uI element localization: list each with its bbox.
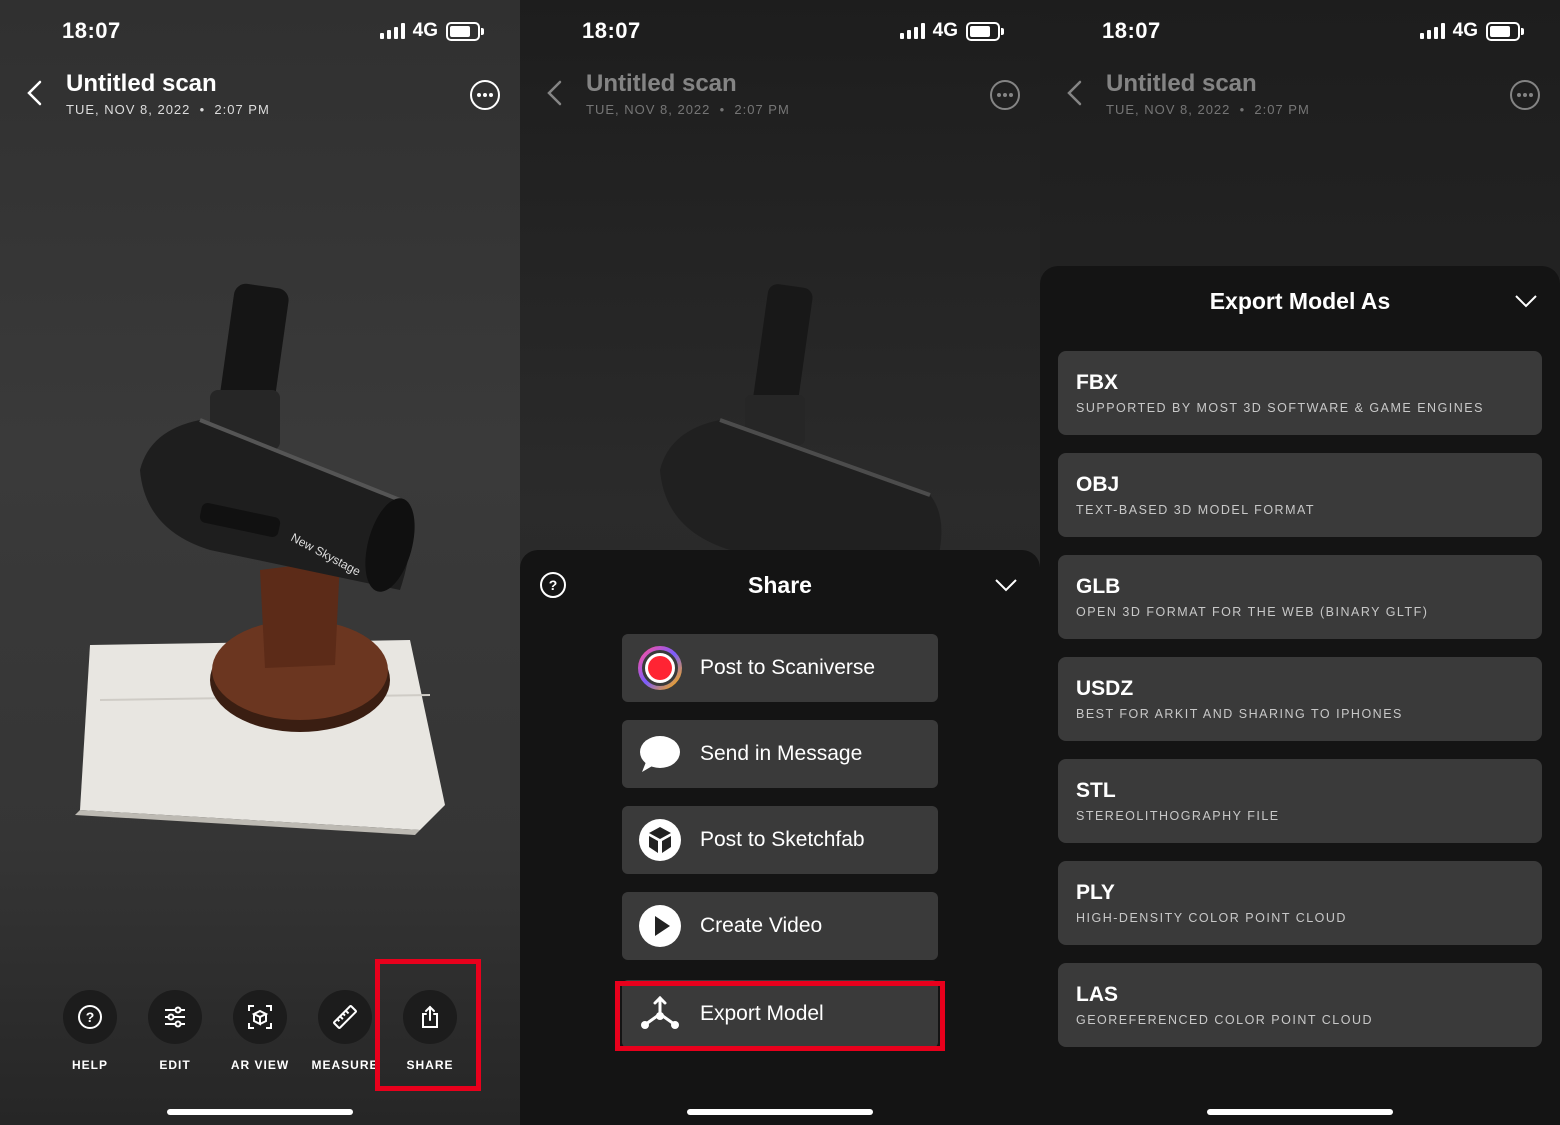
format-name: STL: [1076, 779, 1116, 802]
sketchfab-cube-icon: [639, 819, 681, 861]
more-options-icon: [1510, 80, 1540, 110]
scan-date: TUE, NOV 8, 2022 • 2:07 PM: [586, 102, 790, 117]
svg-text:?: ?: [86, 1009, 95, 1025]
share-screen: 18:07 4G Untitled scan TUE, NOV 8, 2022 …: [520, 0, 1040, 1125]
export-las-button[interactable]: LAS GEOREFERENCED COLOR POINT CLOUD: [1058, 963, 1542, 1047]
format-desc: TEXT-BASED 3D MODEL FORMAT: [1076, 503, 1316, 517]
more-options-icon[interactable]: [470, 80, 500, 110]
export-model-highlight-box: [615, 981, 945, 1051]
scan-title: Untitled scan: [586, 70, 737, 97]
share-item-label: Create Video: [700, 914, 823, 937]
export-ply-button[interactable]: PLY HIGH-DENSITY COLOR POINT CLOUD: [1058, 861, 1542, 945]
signal-icon: [899, 23, 925, 39]
status-indicators: 4G: [899, 20, 1004, 42]
signal-icon: [1419, 23, 1445, 39]
network-label: 4G: [1452, 20, 1478, 41]
ar-view-button[interactable]: AR VIEW: [220, 990, 300, 1072]
help-button[interactable]: ? HELP: [50, 990, 130, 1072]
format-desc: HIGH-DENSITY COLOR POINT CLOUD: [1076, 911, 1347, 925]
status-indicators: 4G: [379, 20, 484, 42]
share-sheet: ? Share Post to Scaniverse Send in Messa…: [520, 550, 1040, 1125]
format-name: PLY: [1076, 881, 1115, 904]
scan-title: Untitled scan: [1106, 70, 1257, 97]
format-desc: STEREOLITHOGRAPHY FILE: [1076, 809, 1280, 823]
scanned-telescope-model: [660, 284, 942, 560]
export-fbx-button[interactable]: FBX SUPPORTED BY MOST 3D SOFTWARE & GAME…: [1058, 351, 1542, 435]
create-video-button[interactable]: Create Video: [622, 892, 938, 960]
scanned-telescope-model[interactable]: New Skystage: [60, 270, 460, 840]
measure-label: MEASURE: [311, 1058, 379, 1072]
chevron-down-icon[interactable]: [1514, 294, 1538, 308]
chevron-down-icon[interactable]: [994, 578, 1018, 592]
scan-title: Untitled scan: [66, 70, 217, 97]
format-name: LAS: [1076, 983, 1118, 1006]
help-icon: ?: [78, 1005, 102, 1029]
format-name: OBJ: [1076, 473, 1120, 496]
more-options-icon: [990, 80, 1020, 110]
back-chevron-icon[interactable]: [22, 78, 50, 108]
battery-icon: [966, 21, 1004, 41]
format-desc: OPEN 3D FORMAT FOR THE WEB (BINARY GLTF): [1076, 605, 1429, 619]
signal-icon: [379, 23, 405, 39]
home-indicator: [167, 1109, 353, 1115]
format-desc: SUPPORTED BY MOST 3D SOFTWARE & GAME ENG…: [1076, 401, 1484, 415]
status-time: 18:07: [62, 18, 121, 43]
ar-view-label: AR VIEW: [230, 1058, 290, 1072]
export-model-screen: 18:07 4G Untitled scan TUE, NOV 8, 2022 …: [1040, 0, 1560, 1125]
battery-icon: [446, 21, 484, 41]
help-label: HELP: [71, 1058, 108, 1072]
export-glb-button[interactable]: GLB OPEN 3D FORMAT FOR THE WEB (BINARY G…: [1058, 555, 1542, 639]
edit-label: EDIT: [159, 1058, 191, 1072]
share-sheet-title: Share: [748, 572, 812, 598]
post-to-sketchfab-button[interactable]: Post to Sketchfab: [622, 806, 938, 874]
share-item-label: Send in Message: [700, 742, 863, 765]
measure-button[interactable]: MEASURE: [305, 990, 385, 1072]
back-chevron-icon: [1067, 80, 1082, 106]
ruler-icon: [333, 1005, 357, 1029]
sliders-icon: [165, 1006, 185, 1028]
status-time: 18:07: [582, 18, 641, 43]
message-bubble-icon: [640, 736, 680, 772]
export-sheet: Export Model As FBX SUPPORTED BY MOST 3D…: [1040, 266, 1560, 1125]
format-desc: BEST FOR ARKIT AND SHARING TO IPHONES: [1076, 707, 1403, 721]
network-label: 4G: [932, 20, 958, 41]
scaniverse-logo-icon: [638, 646, 682, 690]
back-chevron-icon: [547, 80, 562, 106]
export-sheet-title: Export Model As: [1209, 288, 1391, 314]
play-icon: [639, 905, 681, 947]
battery-icon: [1486, 21, 1524, 41]
export-stl-button[interactable]: STL STEREOLITHOGRAPHY FILE: [1058, 759, 1542, 843]
status-indicators: 4G: [1419, 20, 1524, 42]
format-desc: GEOREFERENCED COLOR POINT CLOUD: [1076, 1013, 1374, 1027]
scan-date: TUE, NOV 8, 2022 • 2:07 PM: [1106, 102, 1310, 117]
share-item-label: Post to Scaniverse: [700, 656, 876, 679]
format-name: FBX: [1076, 371, 1118, 394]
home-indicator: [687, 1109, 873, 1115]
home-indicator: [1207, 1109, 1393, 1115]
status-time: 18:07: [1102, 18, 1161, 43]
format-name: GLB: [1076, 575, 1121, 598]
export-usdz-button[interactable]: USDZ BEST FOR ARKIT AND SHARING TO IPHON…: [1058, 657, 1542, 741]
share-highlight-box: [375, 959, 481, 1091]
post-to-scaniverse-button[interactable]: Post to Scaniverse: [622, 634, 938, 702]
ar-cube-icon: [248, 1005, 272, 1029]
format-name: USDZ: [1076, 677, 1134, 700]
send-in-message-button[interactable]: Send in Message: [622, 720, 938, 788]
share-item-label: Post to Sketchfab: [700, 828, 865, 851]
edit-button[interactable]: EDIT: [135, 990, 215, 1072]
scan-view-screen: 18:07 4G Untitled scan TUE, NOV 8, 2022 …: [0, 0, 520, 1125]
scan-date: TUE, NOV 8, 2022 • 2:07 PM: [66, 102, 270, 117]
network-label: 4G: [412, 20, 438, 41]
export-obj-button[interactable]: OBJ TEXT-BASED 3D MODEL FORMAT: [1058, 453, 1542, 537]
